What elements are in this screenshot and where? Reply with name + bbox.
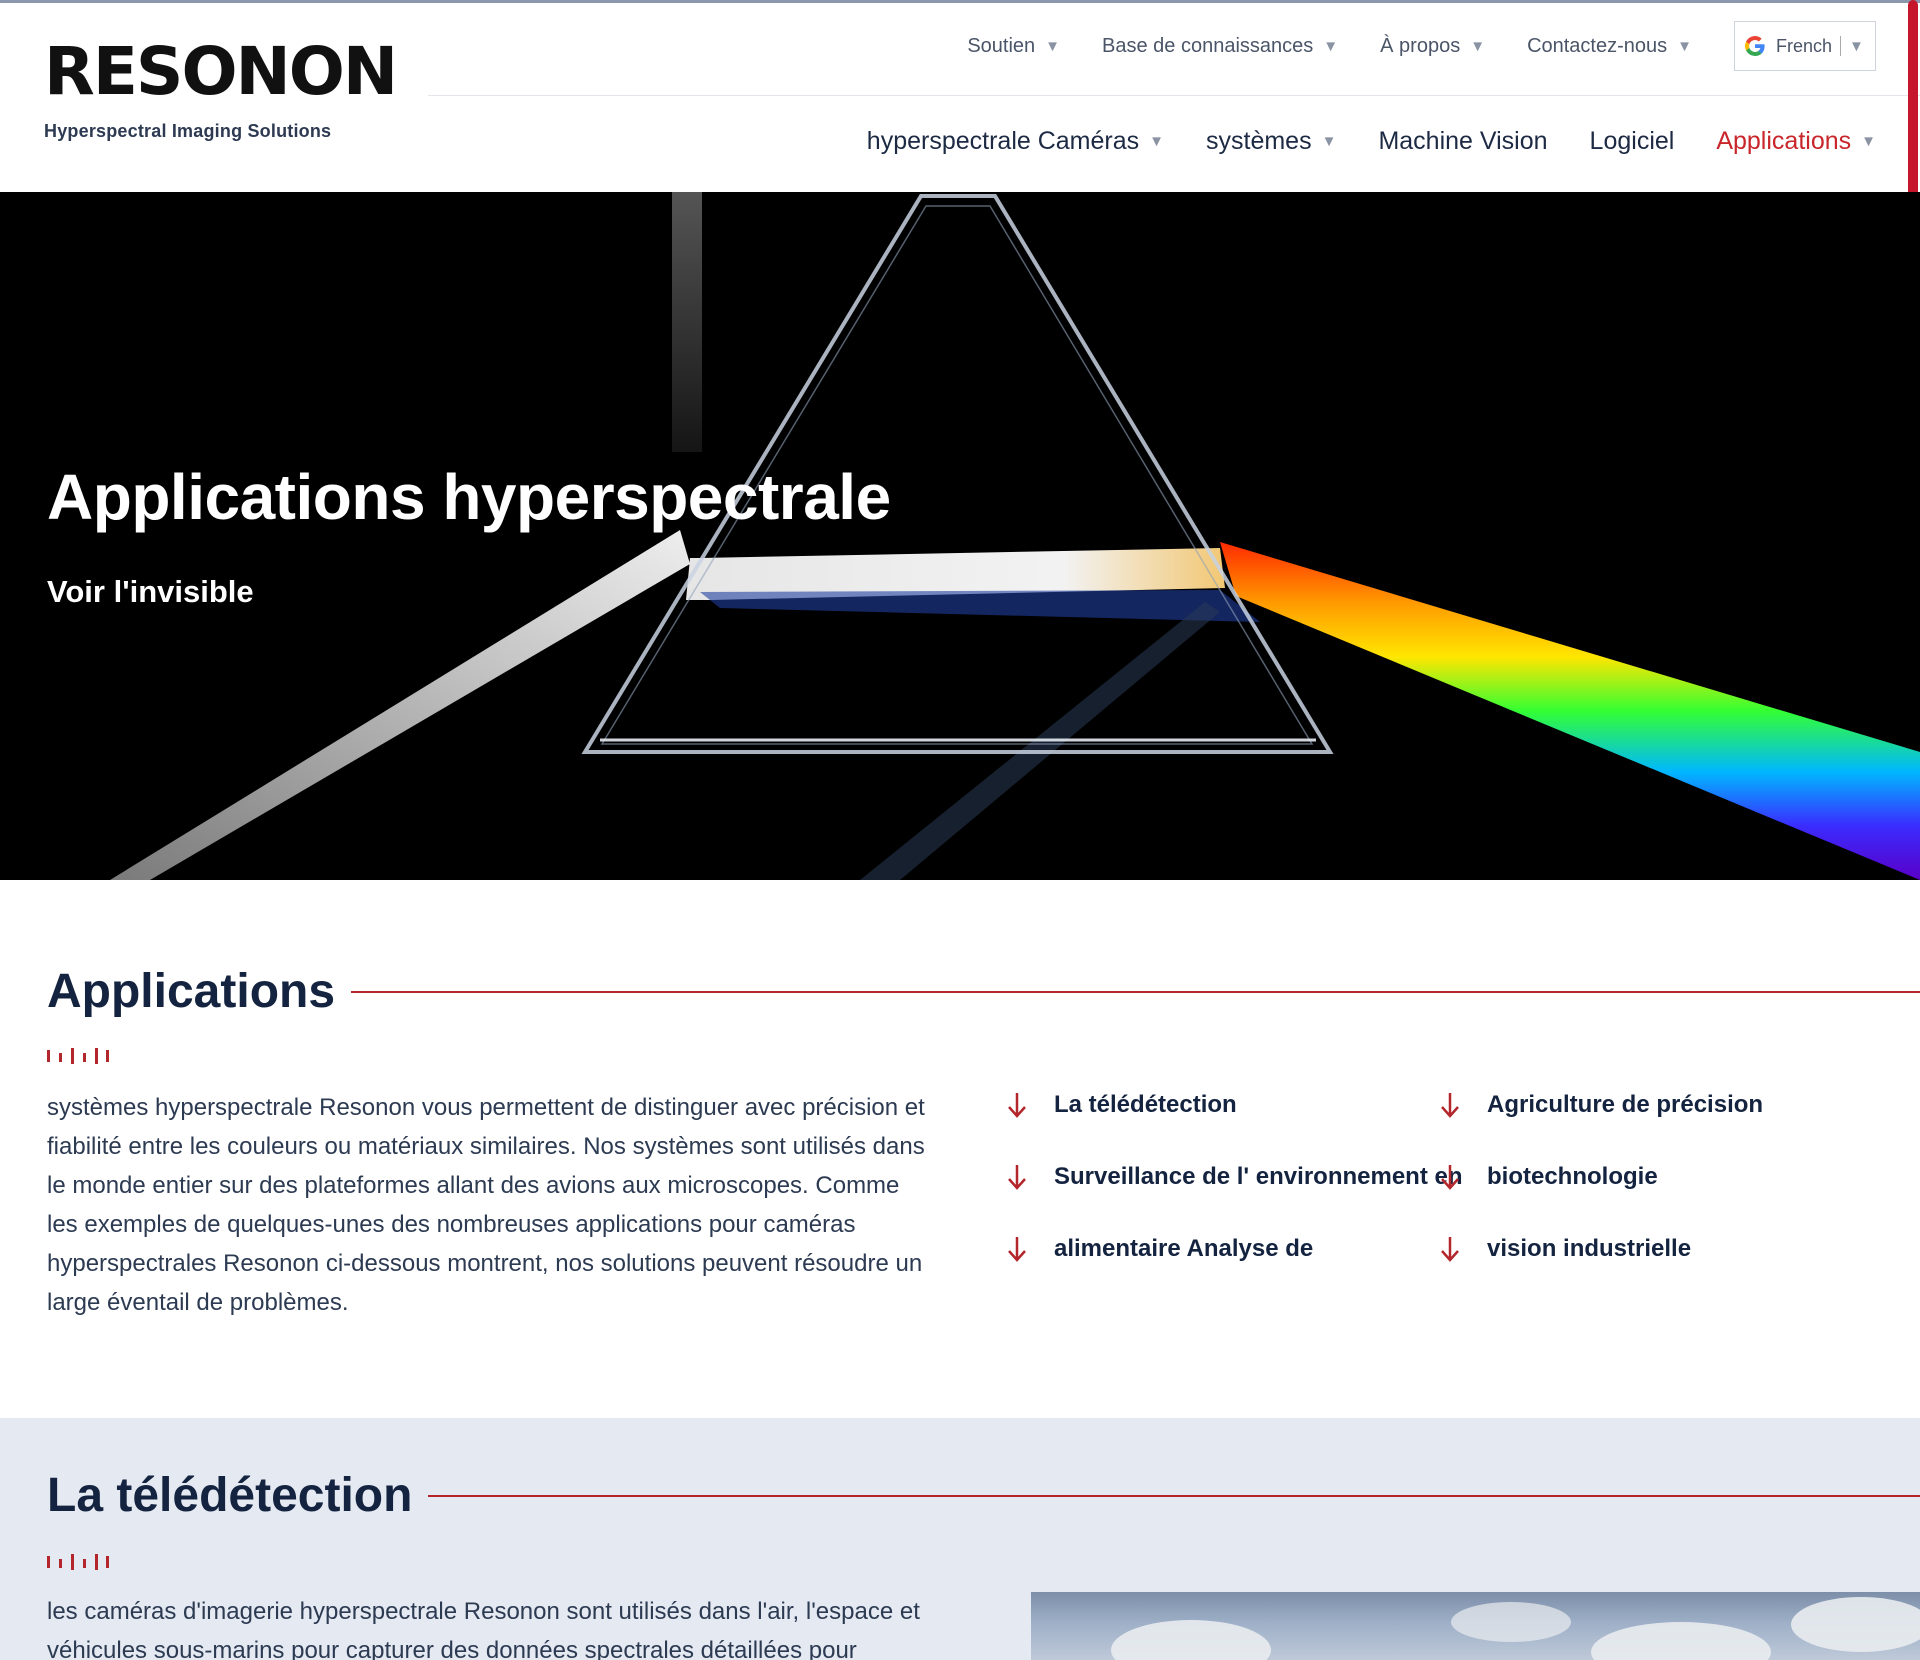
caret-down-icon: ▼: [1849, 37, 1864, 55]
main-nav-cameras[interactable]: hyperspectrale Caméras ▼: [867, 127, 1164, 156]
main-nav-systemes[interactable]: systèmes ▼: [1206, 127, 1336, 156]
main-nav-label: Machine Vision: [1378, 127, 1548, 155]
caret-down-icon: ▼: [1045, 37, 1061, 55]
applications-description: systèmes hyperspectrale Resonon vous per…: [47, 1094, 925, 1316]
top-nav-label: Soutien: [967, 34, 1036, 57]
main-nav-applications[interactable]: Applications ▼: [1716, 127, 1876, 156]
top-nav-a-propos[interactable]: À propos ▼: [1380, 35, 1485, 58]
main-nav-machine-vision[interactable]: Machine Vision: [1378, 127, 1547, 156]
main-nav-label: hyperspectrale Caméras: [866, 127, 1140, 155]
app-link-label: Agriculture de précision: [1487, 1091, 1764, 1118]
top-nav-label: Contactez-nous: [1527, 34, 1668, 57]
remote-sensing-description: les caméras d'imagerie hyperspectrale Re…: [47, 1598, 920, 1660]
app-link-label: alimentaire Analyse de: [1054, 1235, 1314, 1262]
top-nav-label: À propos: [1380, 34, 1461, 57]
caret-down-icon: ▼: [1323, 37, 1339, 55]
prism-illustration: [110, 192, 1920, 880]
google-icon: [1745, 36, 1765, 56]
remote-sensing-photo: [1031, 1592, 1920, 1660]
heading-rule: [351, 990, 1920, 993]
arrow-down-icon: [1441, 1237, 1459, 1262]
section-heading: Applications: [47, 965, 336, 1018]
site-header: RESONON Hyperspectral Imaging Solutions …: [0, 0, 1920, 192]
scrollbar-thumb[interactable]: [1908, 0, 1918, 220]
remote-sensing-section: La télédétection les caméras d'imagerie …: [0, 1418, 1920, 1660]
main-nav-label: Applications: [1716, 127, 1852, 155]
hero-title: Applications hyperspectrale: [47, 461, 891, 533]
top-nav-soutien[interactable]: Soutien ▼: [967, 35, 1060, 58]
app-link-label: biotechnologie: [1487, 1163, 1658, 1190]
section-heading: La télédétection: [47, 1469, 413, 1522]
logo[interactable]: RESONON Hyperspectral Imaging Solutions: [44, 33, 398, 142]
main-nav: hyperspectrale Caméras ▼ systèmes ▼ Mach…: [825, 127, 1876, 156]
heading-rule: [428, 1494, 1920, 1497]
language-label: French: [1776, 35, 1833, 56]
arrow-down-icon: [1008, 1165, 1026, 1190]
applications-heading-row: Applications: [47, 964, 1920, 1019]
logo-tagline: Hyperspectral Imaging Solutions: [44, 121, 332, 141]
caret-down-icon: ▼: [1677, 37, 1692, 55]
main-nav-logiciel[interactable]: Logiciel: [1590, 127, 1675, 156]
app-link-label: La télédétection: [1054, 1091, 1237, 1118]
caret-down-icon: ▼: [1149, 133, 1164, 150]
language-selector[interactable]: French ▼: [1734, 21, 1876, 71]
main-nav-label: systèmes: [1206, 127, 1312, 155]
logo-wordmark: RESONON: [44, 33, 398, 110]
top-nav: Soutien ▼ Base de connaissances ▼ À prop…: [925, 21, 1876, 71]
hero-subtitle: Voir l'invisible: [47, 574, 254, 609]
language-divider: [1840, 36, 1842, 56]
app-link-vision-industrielle[interactable]: vision industrielle: [1437, 1234, 1691, 1264]
app-link-environnement[interactable]: Surveillance de l' environnement en: [1004, 1162, 1463, 1192]
caret-down-icon: ▼: [1470, 37, 1486, 55]
app-link-label: Surveillance de l' environnement en: [1054, 1163, 1463, 1190]
hero-banner: Applications hyperspectrale Voir l'invis…: [0, 192, 1920, 880]
accent-ticks: [47, 1554, 109, 1570]
top-nav-label: Base de connaissances: [1102, 34, 1314, 57]
remote-sensing-heading-row: La télédétection: [47, 1468, 1920, 1523]
accent-ticks: [47, 1048, 109, 1064]
arrow-down-icon: [1441, 1165, 1459, 1190]
arrow-down-icon: [1441, 1093, 1459, 1118]
arrow-down-icon: [1008, 1093, 1026, 1118]
app-link-label: vision industrielle: [1487, 1235, 1692, 1262]
caret-down-icon: ▼: [1321, 133, 1337, 150]
arrow-down-icon: [1008, 1237, 1026, 1262]
app-link-biotechnologie[interactable]: biotechnologie: [1437, 1162, 1658, 1192]
app-link-teledetection[interactable]: La télédétection: [1004, 1090, 1237, 1120]
app-link-agriculture[interactable]: Agriculture de précision: [1437, 1090, 1763, 1120]
top-nav-contactez-nous[interactable]: Contactez-nous ▼: [1527, 35, 1692, 58]
caret-down-icon: ▼: [1861, 133, 1876, 150]
main-nav-label: Logiciel: [1589, 127, 1675, 155]
header-divider: [428, 95, 1920, 96]
top-nav-base-de-connaissances[interactable]: Base de connaissances ▼: [1102, 35, 1338, 58]
app-link-alimentaire[interactable]: alimentaire Analyse de: [1004, 1234, 1313, 1264]
